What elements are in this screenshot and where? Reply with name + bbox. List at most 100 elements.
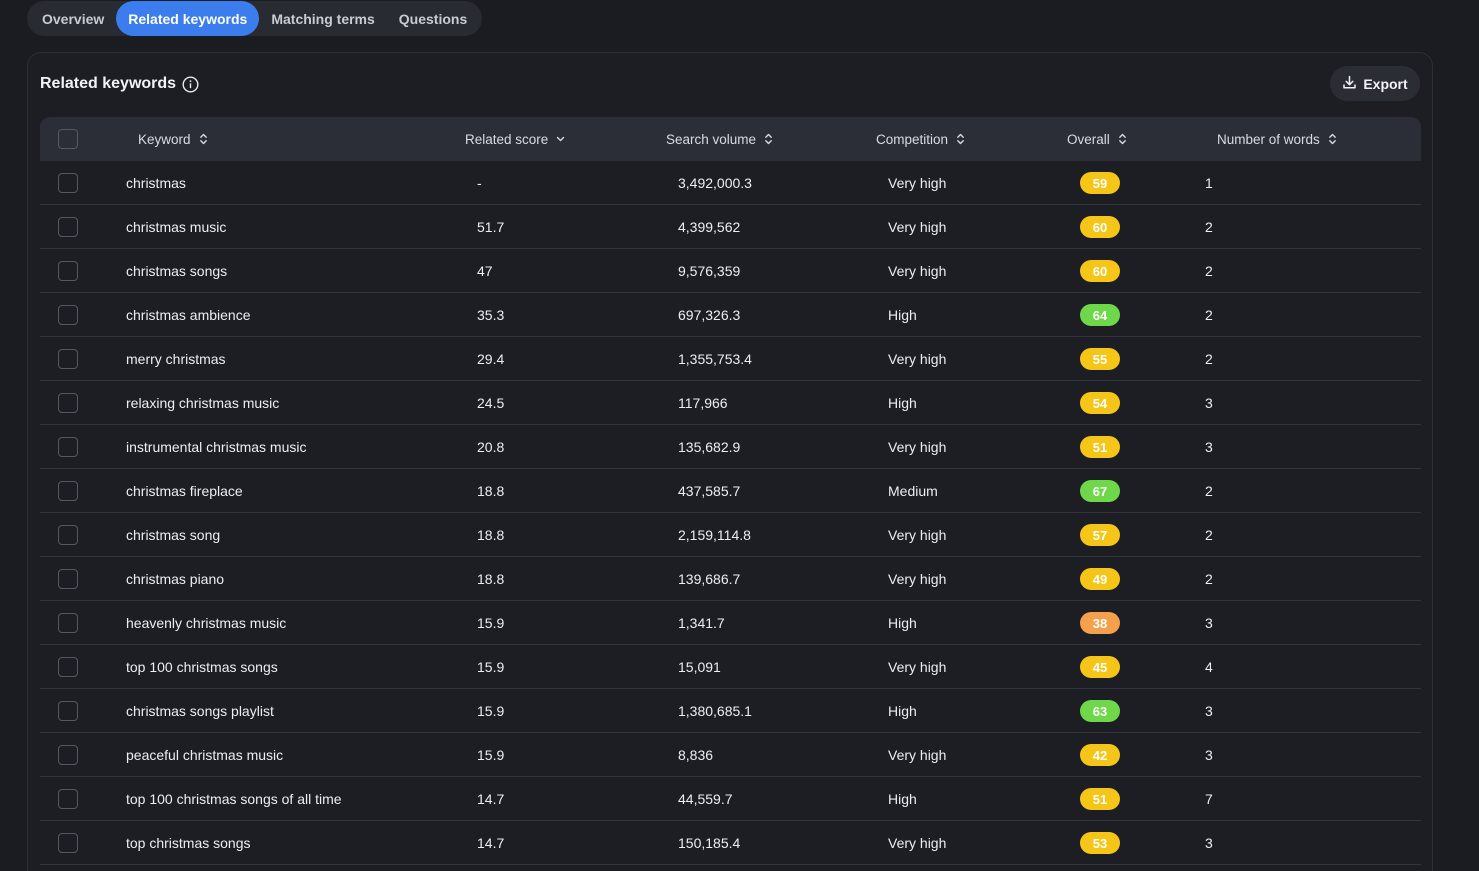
keyword-cell[interactable]: heavenly christmas music	[126, 601, 286, 645]
words-cell: 2	[1205, 351, 1213, 367]
sort-updown-icon[interactable]	[199, 132, 208, 146]
tab-overview[interactable]: Overview	[30, 1, 116, 36]
keyword-cell[interactable]: peaceful christmas music	[126, 733, 283, 777]
panel-title-text: Related keywords	[40, 75, 177, 92]
keyword-cell[interactable]: relaxing christmas music	[126, 381, 279, 425]
keyword-cell[interactable]: christmas music	[126, 205, 226, 249]
table-row[interactable]: top 100 christmas songs of all time 14.7 4…	[40, 777, 1421, 821]
table-row[interactable]: relaxing christmas music 24.5 117,966 High 5…	[40, 381, 1421, 425]
volume-cell: 150,185.4	[678, 835, 741, 851]
competition-cell: Very high	[888, 219, 947, 235]
keyword-cell[interactable]: top 100 christmas songs of all time	[126, 777, 342, 821]
row-checkbox[interactable]	[58, 789, 78, 809]
volume-cell: 4,399,562	[678, 219, 741, 235]
export-label: Export	[1363, 75, 1408, 92]
words-cell: 3	[1205, 747, 1213, 763]
words-cell: 2	[1205, 307, 1213, 323]
table-row[interactable]: christmas piano 18.8 139,686.7 Very high 49 2	[40, 557, 1421, 601]
volume-cell: 117,966	[678, 395, 728, 411]
row-checkbox[interactable]	[58, 525, 78, 545]
keyword-cell[interactable]: christmas ambience	[126, 293, 251, 337]
row-checkbox[interactable]	[58, 437, 78, 457]
keyword-cell[interactable]: christmas	[126, 161, 186, 205]
keyword-cell[interactable]: christmas fireplace	[126, 469, 243, 513]
table-row[interactable]: heavenly christmas music 15.9 1,341.7 High 3…	[40, 601, 1421, 645]
keyword-cell[interactable]: christmas song	[126, 513, 220, 557]
overall-cell: 38	[1080, 601, 1120, 645]
sort-updown-icon[interactable]	[956, 132, 965, 146]
overall-score-badge: 57	[1080, 524, 1120, 546]
panel-title: Related keywords	[40, 75, 199, 93]
table-row[interactable]: christmas songs playlist 15.9 1,380,685.1 H…	[40, 689, 1421, 733]
row-checkbox[interactable]	[58, 745, 78, 765]
keyword-cell[interactable]: top 100 christmas songs	[126, 645, 278, 689]
row-checkbox[interactable]	[58, 569, 78, 589]
table-row[interactable]: christmas ambience 35.3 697,326.3 High 64 2	[40, 293, 1421, 337]
overall-score-badge: 64	[1080, 304, 1120, 326]
row-checkbox[interactable]	[58, 261, 78, 281]
keyword-cell[interactable]: merry christmas	[126, 337, 226, 381]
overall-cell: 54	[1080, 381, 1120, 425]
row-checkbox[interactable]	[58, 305, 78, 325]
words-cell: 2	[1205, 263, 1213, 279]
table-row[interactable]: instrumental christmas music 20.8 135,682.…	[40, 425, 1421, 469]
column-header-search-volume[interactable]: Search volume	[666, 117, 773, 161]
row-checkbox[interactable]	[58, 349, 78, 369]
tab-matching-terms[interactable]: Matching terms	[259, 1, 386, 36]
keyword-cell[interactable]: christmas songs playlist	[126, 689, 274, 733]
words-cell: 3	[1205, 703, 1213, 719]
score-cell: 51.7	[477, 219, 505, 235]
sort-updown-icon[interactable]	[764, 132, 773, 146]
table-row[interactable]: christmas music 51.7 4,399,562 Very high 60 2	[40, 205, 1421, 249]
column-header-overall[interactable]: Overall	[1067, 117, 1127, 161]
row-checkbox[interactable]	[58, 173, 78, 193]
table-row[interactable]: christmas - 3,492,000.3 Very high 59 1	[40, 161, 1421, 205]
table-row[interactable]: peaceful christmas music 15.9 8,836 Very hi…	[40, 733, 1421, 777]
row-checkbox[interactable]	[58, 217, 78, 237]
column-header-label: Search volume	[666, 131, 757, 147]
row-checkbox[interactable]	[58, 393, 78, 413]
overall-cell: 67	[1080, 469, 1120, 513]
row-checkbox[interactable]	[58, 701, 78, 721]
tab-questions[interactable]: Questions	[387, 1, 479, 36]
keyword-cell[interactable]: christmas piano	[126, 557, 224, 601]
select-all-checkbox[interactable]	[58, 129, 78, 149]
row-checkbox[interactable]	[58, 481, 78, 501]
volume-cell: 1,380,685.1	[678, 703, 752, 719]
tab-related-keywords[interactable]: Related keywords	[116, 1, 260, 36]
overall-cell: 51	[1080, 425, 1120, 469]
volume-cell: 9,576,359	[678, 263, 741, 279]
volume-cell: 44,559.7	[678, 791, 733, 807]
row-checkbox[interactable]	[58, 833, 78, 853]
keyword-cell[interactable]: top christmas songs	[126, 821, 251, 865]
row-checkbox[interactable]	[58, 613, 78, 633]
table-row[interactable]: merry christmas 29.4 1,355,753.4 Very high 5…	[40, 337, 1421, 381]
score-cell: 18.8	[477, 483, 505, 499]
competition-cell: High	[888, 703, 917, 719]
table-row[interactable]: christmas songs 47 9,576,359 Very high 60 2	[40, 249, 1421, 293]
table-row[interactable]: christmas song 18.8 2,159,114.8 Very high 57…	[40, 513, 1421, 557]
column-header-competition[interactable]: Competition	[876, 117, 965, 161]
column-header-keyword[interactable]: Keyword	[138, 117, 208, 161]
row-checkbox[interactable]	[58, 657, 78, 677]
overall-cell: 59	[1080, 161, 1120, 205]
table-row[interactable]: top christmas songs 14.7 150,185.4 Very hig…	[40, 821, 1421, 865]
export-button[interactable]: Export	[1330, 66, 1420, 101]
score-cell: 18.8	[477, 571, 505, 587]
words-cell: 3	[1205, 615, 1213, 631]
column-header-number-of-words[interactable]: Number of words	[1217, 117, 1337, 161]
related-keywords-panel: Related keywords Export Keyword Related s…	[27, 52, 1433, 871]
keyword-cell[interactable]: christmas songs	[126, 249, 227, 293]
words-cell: 7	[1205, 791, 1213, 807]
chevron-down-icon[interactable]	[556, 132, 565, 146]
keyword-cell[interactable]: instrumental christmas music	[126, 425, 307, 469]
info-circle-icon[interactable]	[182, 75, 199, 93]
overall-cell: 63	[1080, 689, 1120, 733]
table-row[interactable]: top 100 christmas songs 15.9 15,091 Very hi…	[40, 645, 1421, 689]
volume-cell: 15,091	[678, 659, 721, 675]
column-header-related-score[interactable]: Related score	[465, 117, 565, 161]
overall-score-badge: 51	[1080, 788, 1120, 810]
table-row[interactable]: christmas fireplace 18.8 437,585.7 Medium 67…	[40, 469, 1421, 513]
sort-updown-icon[interactable]	[1328, 132, 1337, 146]
sort-updown-icon[interactable]	[1118, 132, 1127, 146]
